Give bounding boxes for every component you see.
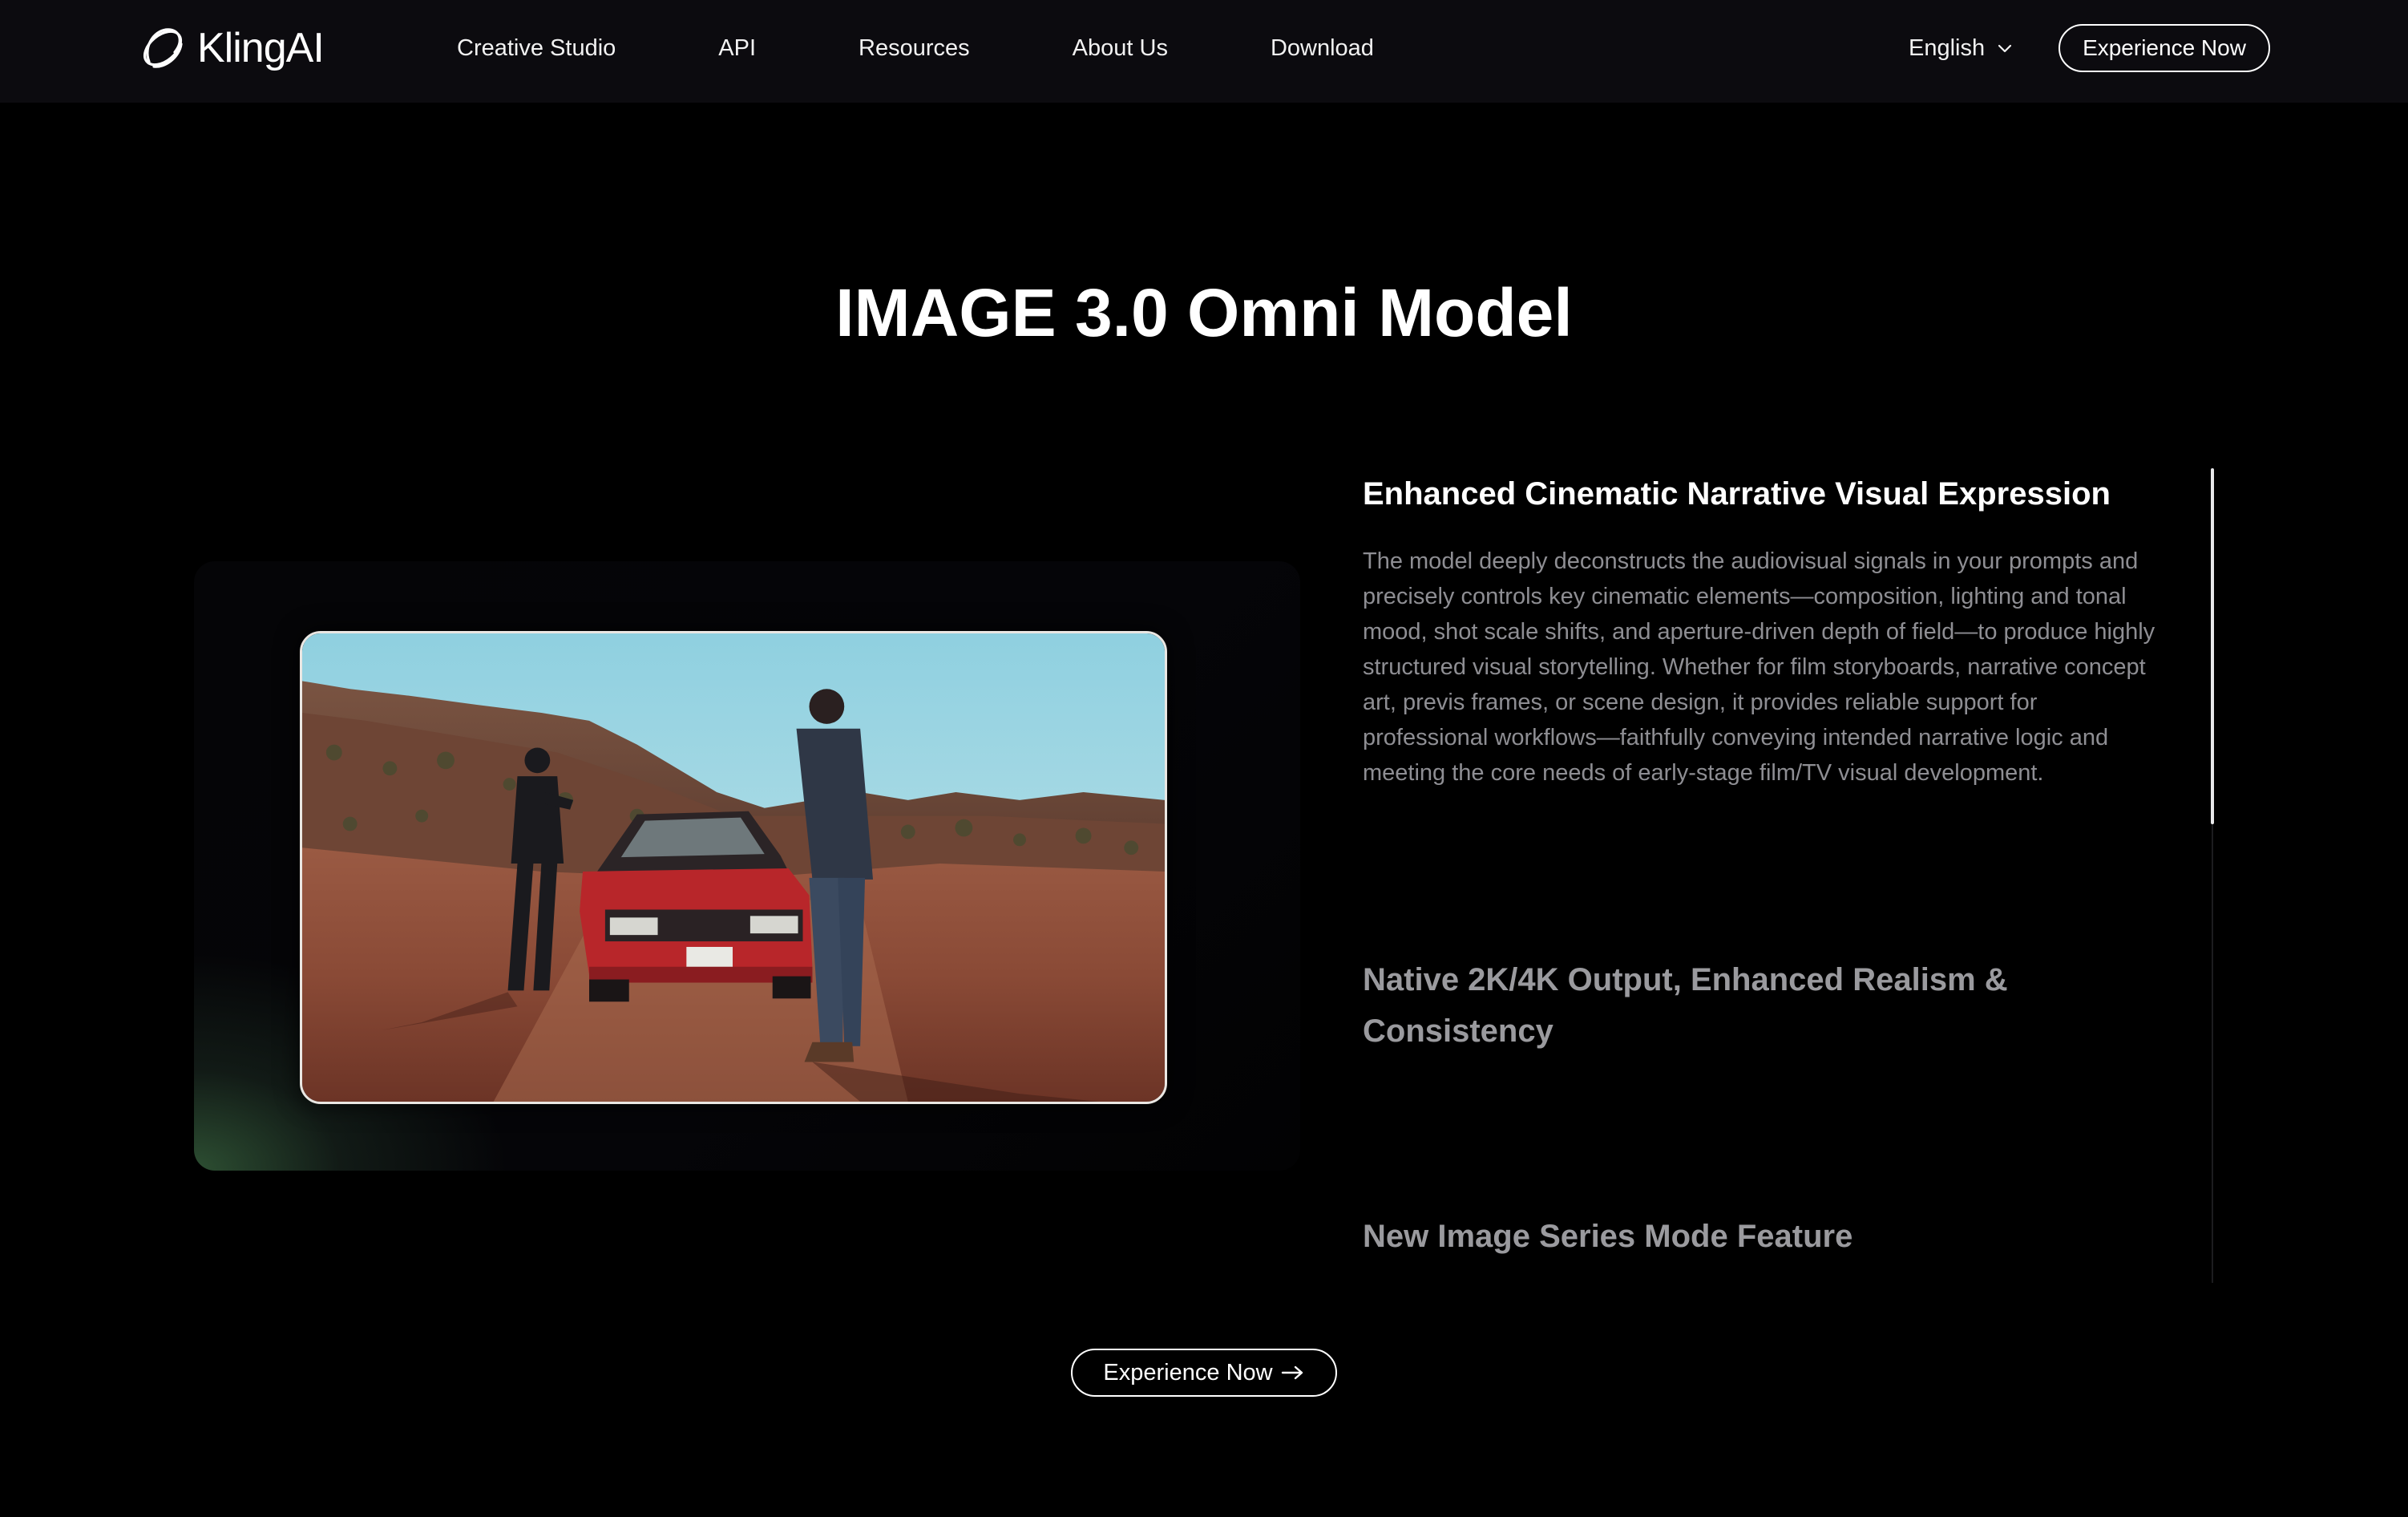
feature-title-image-series[interactable]: New Image Series Mode Feature [1363, 1211, 2132, 1262]
experience-now-button-header[interactable]: Experience Now [2059, 24, 2270, 72]
nav-item-resources[interactable]: Resources [859, 35, 970, 62]
nav-item-api[interactable]: API [718, 35, 756, 62]
page-title: IMAGE 3.0 Omni Model [835, 275, 1573, 350]
main-nav: Creative Studio API Resources About Us D… [457, 0, 1477, 96]
feature-preview-image [300, 631, 1167, 1104]
experience-now-label: Experience Now [1103, 1359, 1273, 1386]
logo[interactable]: KlingAI [138, 21, 325, 75]
arrow-right-icon [1281, 1365, 1303, 1380]
nav-item-download[interactable]: Download [1271, 35, 1374, 62]
top-navigation-bar: KlingAI Creative Studio API Resources Ab… [0, 0, 2408, 103]
nav-item-creative-studio[interactable]: Creative Studio [457, 35, 616, 62]
feature-description-cinematic: The model deeply deconstructs the audiov… [1363, 548, 2155, 786]
logo-text: KlingAI [197, 25, 325, 71]
language-label: English [1909, 34, 1986, 61]
nav-item-about-us[interactable]: About Us [1073, 35, 1168, 62]
language-selector[interactable]: English [1909, 0, 2014, 96]
feature-title-cinematic[interactable]: Enhanced Cinematic Narrative Visual Expr… [1363, 473, 2196, 515]
feature-progress-indicator [2211, 468, 2214, 824]
feature-title-native-output[interactable]: Native 2K/4K Output, Enhanced Realism & … [1363, 954, 2132, 1057]
kling-logo-icon [143, 28, 183, 68]
chevron-down-icon [1998, 44, 2012, 53]
experience-now-button-main[interactable]: Experience Now [1071, 1349, 1337, 1397]
